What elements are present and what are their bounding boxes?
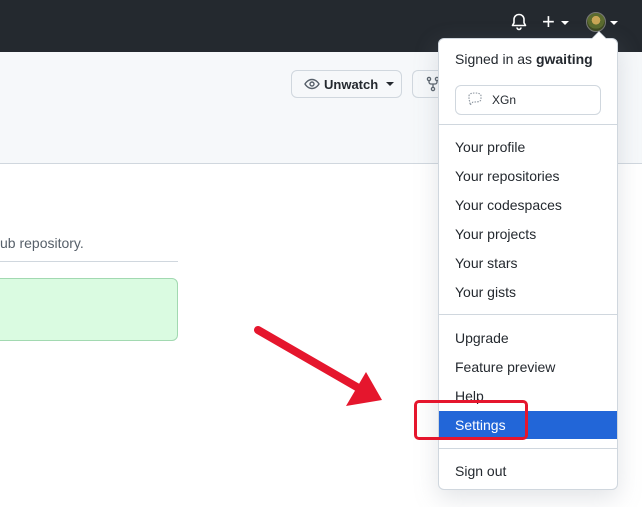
- settings-highlight-box: [414, 400, 528, 440]
- repo-description: ub repository.: [0, 235, 84, 251]
- menu-divider: [439, 314, 617, 315]
- unwatch-button[interactable]: Unwatch: [291, 70, 402, 98]
- menu-divider: [439, 124, 617, 125]
- chevron-down-icon: [386, 82, 395, 86]
- chevron-down-icon: [610, 21, 618, 25]
- signed-in-prefix: Signed in as: [455, 51, 536, 67]
- plus-icon: +: [542, 9, 555, 34]
- red-arrow-annotation: [254, 326, 382, 406]
- menu-item-feature-preview[interactable]: Feature preview: [439, 353, 617, 381]
- menu-item-your-gists[interactable]: Your gists: [439, 278, 617, 306]
- menu-item-your-codespaces[interactable]: Your codespaces: [439, 191, 617, 219]
- menu-item-your-repositories[interactable]: Your repositories: [439, 162, 617, 190]
- username: gwaiting: [535, 51, 593, 67]
- eye-icon: [304, 76, 320, 92]
- bell-icon[interactable]: [509, 12, 529, 32]
- menu-item-sign-out[interactable]: Sign out: [439, 457, 617, 485]
- divider: [0, 261, 178, 262]
- avatar: [586, 12, 606, 32]
- set-status-button[interactable]: XGn: [455, 85, 601, 115]
- menu-item-your-projects[interactable]: Your projects: [439, 220, 617, 248]
- unwatch-label: Unwatch: [324, 76, 379, 92]
- create-new-button[interactable]: +: [542, 9, 572, 34]
- status-text: XGn: [492, 93, 517, 107]
- signed-in-header: Signed in as gwaiting: [455, 51, 593, 67]
- chevron-down-icon: [561, 21, 569, 25]
- menu-item-upgrade[interactable]: Upgrade: [439, 324, 617, 352]
- user-menu-button[interactable]: [585, 11, 625, 33]
- menu-item-your-stars[interactable]: Your stars: [439, 249, 617, 277]
- success-flash: [0, 278, 178, 341]
- menu-divider: [439, 448, 617, 449]
- menu-item-your-profile[interactable]: Your profile: [439, 133, 617, 161]
- speech-bubble-icon: [466, 92, 484, 108]
